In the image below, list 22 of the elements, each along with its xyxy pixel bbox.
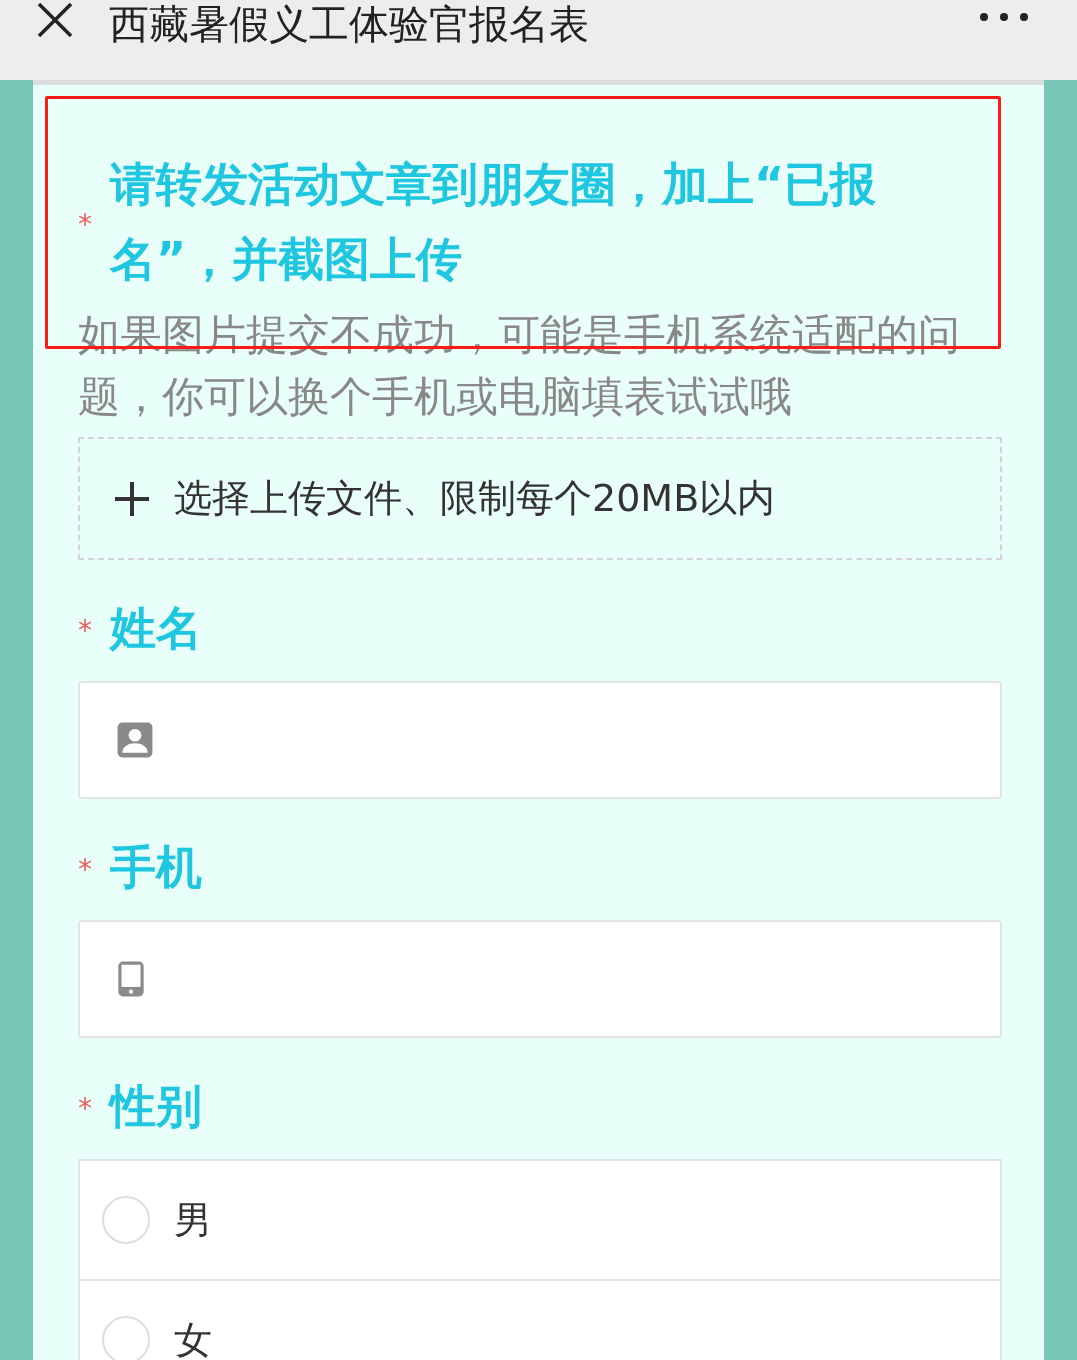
radio-button[interactable] [102,1316,150,1360]
window-title: 西藏暑假义工体验官报名表 [109,0,589,48]
question-title: 性别 [110,1078,202,1135]
question-title: 手机 [110,839,202,896]
required-mark: * [78,1091,92,1127]
upload-button[interactable]: 选择上传文件、限制每个20MB以内 [78,437,1002,560]
text-field[interactable] [78,681,1002,799]
radio-button[interactable] [102,1196,150,1244]
question-title: 姓名 [110,600,202,657]
question-title: 请转发活动文章到朋友圈，加上“已报名”，并截图上传 [110,156,878,288]
required-mark: * [78,207,92,243]
text-field[interactable] [78,920,1002,1038]
phone-icon [116,960,146,998]
radio-option[interactable]: 男 [80,1161,1000,1281]
required-mark: * [78,852,92,888]
more-icon[interactable] [979,12,1029,22]
option-label: 女 [174,1316,212,1360]
contact-icon [116,721,154,759]
close-icon[interactable] [37,2,73,38]
radio-option[interactable]: 女 [80,1281,1000,1360]
required-mark: * [78,613,92,649]
option-label: 男 [174,1196,212,1244]
